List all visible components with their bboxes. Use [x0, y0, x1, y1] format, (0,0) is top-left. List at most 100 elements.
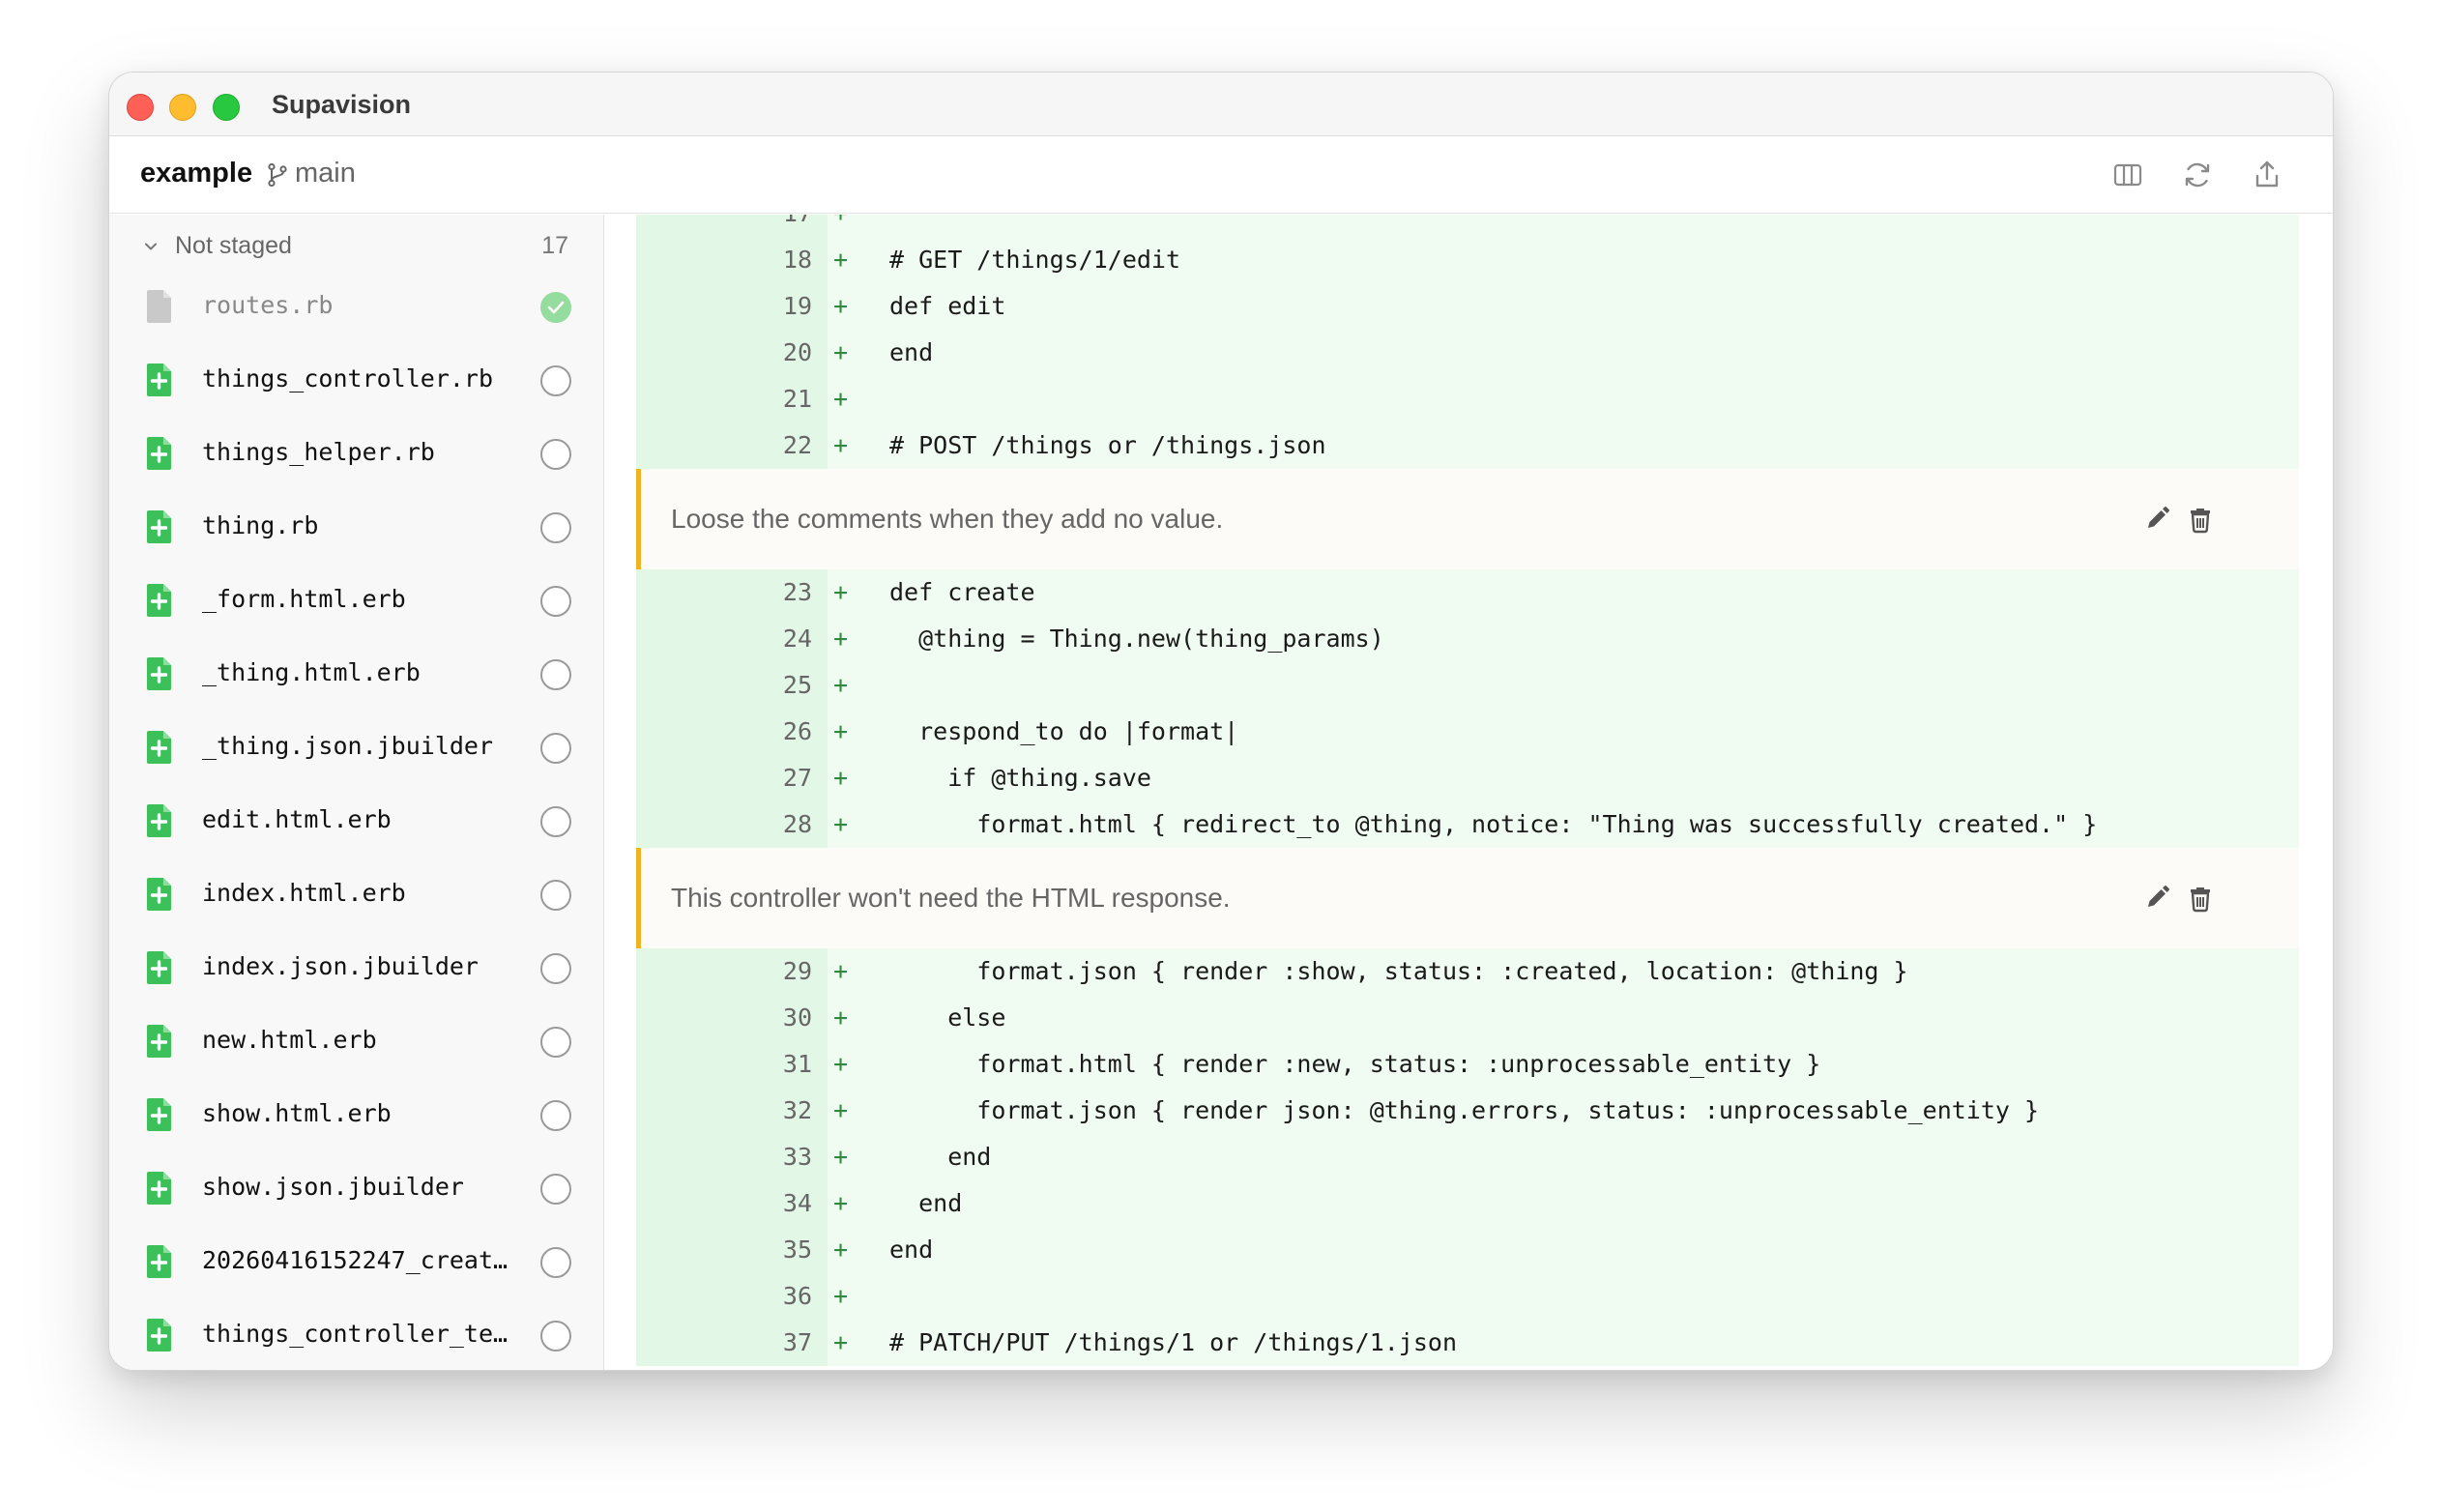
diff-line[interactable]: 20 + end — [636, 330, 2299, 376]
line-number: 22 — [782, 431, 812, 459]
diff-line[interactable]: 18 + # GET /things/1/edit — [636, 237, 2299, 283]
line-number: 23 — [782, 578, 812, 606]
share-button[interactable] — [2250, 158, 2284, 192]
pencil-icon — [2148, 886, 2169, 907]
chevron-down-icon[interactable] — [142, 238, 160, 255]
minimize-window-button[interactable] — [169, 94, 196, 121]
line-number: 37 — [782, 1328, 812, 1356]
close-window-button[interactable] — [127, 94, 154, 121]
file-row[interactable]: _thing.json.jbuilder — [109, 712, 603, 785]
stage-checkbox[interactable] — [540, 953, 571, 984]
file-row[interactable]: new.html.erb — [109, 1005, 603, 1079]
file-row[interactable]: thing.rb — [109, 491, 603, 565]
file-name: _thing.json.jbuilder — [202, 732, 494, 760]
file-added-icon — [147, 1172, 171, 1205]
edit-comment-button[interactable] — [2141, 883, 2172, 914]
line-number: 34 — [782, 1189, 812, 1217]
line-number: 29 — [782, 957, 812, 985]
file-row[interactable]: 20260416152247_create_things.rb — [109, 1226, 603, 1299]
file-row[interactable]: edit.html.erb — [109, 785, 603, 858]
split-view-button[interactable] — [2110, 158, 2145, 192]
stage-checkbox[interactable] — [540, 1174, 571, 1205]
stage-checkbox[interactable] — [540, 586, 571, 617]
file-name: things_controller.rb — [202, 364, 494, 393]
diff-line[interactable]: 34 + end — [636, 1180, 2299, 1227]
not-staged-section-header[interactable]: Not staged 17 — [109, 215, 603, 278]
stage-checkbox[interactable] — [540, 806, 571, 837]
file-name: new.html.erb — [202, 1026, 377, 1054]
file-row[interactable]: _thing.html.erb — [109, 638, 603, 712]
diff-line[interactable]: 31 + format.html { render :new, status: :… — [636, 1041, 2299, 1088]
file-row[interactable]: things_controller.rb — [109, 344, 603, 418]
line-number: 17 — [636, 215, 812, 227]
file-name: edit.html.erb — [202, 805, 392, 833]
code-text: format.html { redirect_to @thing, notice… — [889, 810, 2098, 838]
diff-sign: + — [833, 215, 848, 227]
file-row[interactable]: routes.rb — [109, 271, 603, 344]
review-comment: Loose the comments when they add no valu… — [636, 469, 2299, 569]
code-text: # PATCH/PUT /things/1 or /things/1.json — [889, 1328, 1457, 1356]
diff-line[interactable]: 23 + def create — [636, 569, 2299, 616]
stage-checkbox[interactable] — [540, 1321, 571, 1352]
diff-line[interactable]: 19 + def edit — [636, 283, 2299, 330]
diff-sign: + — [833, 1096, 849, 1124]
diff-line[interactable]: 29 + format.json { render :show, status: … — [636, 948, 2299, 995]
diff-line[interactable]: 37 + # PATCH/PUT /things/1 or /things/1.js… — [636, 1320, 2299, 1366]
file-row[interactable]: index.html.erb — [109, 858, 603, 932]
line-number: 33 — [782, 1143, 812, 1171]
line-number: 31 — [782, 1050, 812, 1078]
edit-comment-button[interactable] — [2141, 504, 2172, 535]
section-title: Not staged — [175, 232, 292, 259]
file-added-icon — [147, 510, 171, 543]
stage-checkbox[interactable] — [540, 659, 571, 690]
stage-checkbox[interactable] — [540, 880, 571, 911]
delete-comment-button[interactable] — [2185, 883, 2216, 914]
stage-checkbox[interactable] — [540, 512, 571, 543]
file-added-icon — [147, 804, 171, 837]
line-number: 35 — [782, 1236, 812, 1264]
stage-checkbox[interactable] — [540, 1027, 571, 1058]
stage-checkbox[interactable] — [540, 1100, 571, 1131]
zoom-window-button[interactable] — [213, 94, 240, 121]
code-text: # POST /things or /things.json — [889, 431, 1326, 459]
diff-line[interactable]: 28 + format.html { redirect_to @thing, no… — [636, 801, 2299, 848]
diff-line[interactable]: 30 + else — [636, 995, 2299, 1041]
diff-line[interactable]: 27 + if @thing.save — [636, 755, 2299, 801]
file-row[interactable]: things_helper.rb — [109, 418, 603, 491]
diff-line[interactable]: 22 + # POST /things or /things.json — [636, 422, 2299, 469]
file-row[interactable]: show.html.erb — [109, 1079, 603, 1152]
line-number: 36 — [782, 1282, 812, 1310]
columns-icon — [2113, 163, 2142, 187]
diff-line[interactable]: 25 + — [636, 662, 2299, 709]
stage-checkbox[interactable] — [540, 439, 571, 470]
diff-sign: + — [833, 625, 849, 653]
file-added-icon — [147, 437, 171, 470]
diff-line[interactable]: 33 + end — [636, 1134, 2299, 1180]
file-row[interactable]: index.json.jbuilder — [109, 932, 603, 1005]
diff-sign: + — [833, 1282, 849, 1310]
diff-line[interactable]: 35 + end — [636, 1227, 2299, 1273]
stage-checkbox[interactable] — [540, 365, 571, 396]
file-row[interactable]: show.json.jbuilder — [109, 1152, 603, 1226]
refresh-button[interactable] — [2180, 158, 2215, 192]
file-row[interactable]: _form.html.erb — [109, 565, 603, 638]
stage-checkbox[interactable] — [540, 733, 571, 764]
trash-icon — [2191, 509, 2210, 534]
diff-line[interactable]: 26 + respond_to do |format| — [636, 709, 2299, 755]
file-added-icon — [147, 951, 171, 984]
stage-checkbox[interactable] — [540, 1247, 571, 1278]
diff-sign: + — [833, 578, 849, 606]
diff-line[interactable]: 17 + — [636, 215, 2299, 237]
diff-line[interactable]: 32 + format.json { render json: @thing.er… — [636, 1088, 2299, 1134]
file-added-icon — [147, 1025, 171, 1058]
file-name: 20260416152247_create_things.rb — [202, 1246, 521, 1274]
diff-line[interactable]: 21 + — [636, 376, 2299, 422]
branch-name[interactable]: main — [295, 158, 356, 189]
diff-line[interactable]: 36 + — [636, 1273, 2299, 1320]
code-text: def create — [889, 578, 1035, 606]
file-row[interactable]: things_controller_test.rb — [109, 1299, 603, 1370]
diff-line[interactable]: 24 + @thing = Thing.new(thing_params) — [636, 616, 2299, 662]
staged-checkbox-checked[interactable] — [540, 292, 571, 323]
delete-comment-button[interactable] — [2185, 504, 2216, 535]
title-bar: Supavision — [109, 73, 2333, 136]
